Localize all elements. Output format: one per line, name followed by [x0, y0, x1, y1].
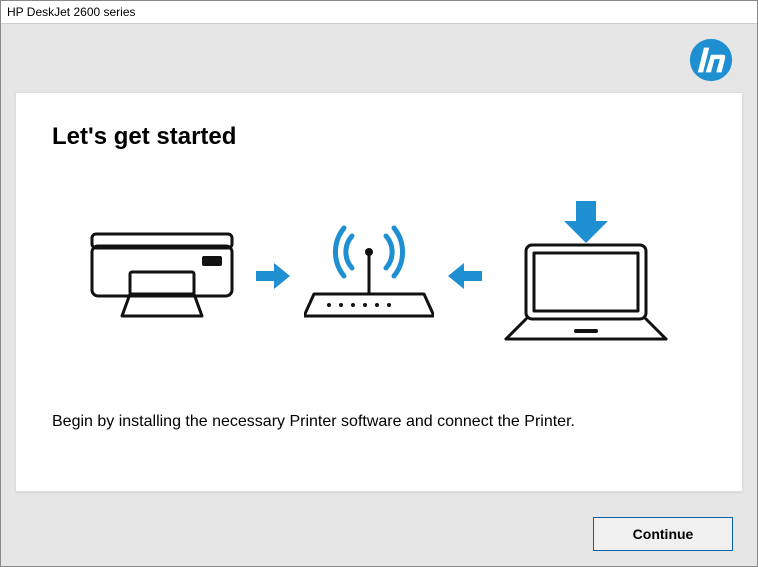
hp-logo-icon: [689, 38, 733, 82]
page-heading: Let's get started: [52, 123, 706, 151]
arrow-down-icon: [564, 201, 608, 243]
installer-window: HP DeskJet 2600 series Let's get started: [0, 0, 758, 567]
connection-illustration: [52, 201, 706, 351]
instruction-text: Begin by installing the necessary Printe…: [52, 411, 652, 433]
footer-area: Continue: [1, 502, 757, 566]
continue-button[interactable]: Continue: [593, 517, 733, 551]
wifi-router-icon: [304, 216, 434, 336]
content-card: Let's get started: [15, 92, 743, 492]
arrow-left-icon: [448, 261, 482, 291]
content-outer: Let's get started: [1, 92, 757, 502]
arrow-right-icon: [256, 261, 290, 291]
window-titlebar: HP DeskJet 2600 series: [1, 1, 757, 24]
laptop-icon: [496, 201, 676, 351]
header-area: [1, 24, 757, 92]
window-title: HP DeskJet 2600 series: [7, 5, 136, 19]
printer-icon: [82, 216, 242, 336]
